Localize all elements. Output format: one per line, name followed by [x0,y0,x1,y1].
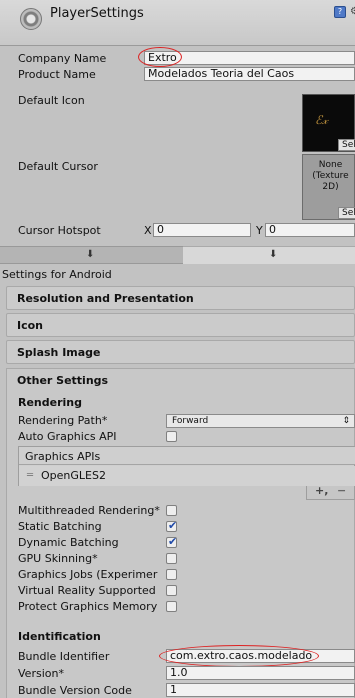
foldout-resolution[interactable]: Resolution and Presentation [6,286,355,310]
graphics-api-item-label: OpenGLES2 [41,469,106,482]
check-icon: ✔ [168,519,178,532]
cursor-none-text: None (Texture 2D) [312,160,349,192]
remove-api-button[interactable]: − [337,484,346,497]
tab-android[interactable]: ⬇ [183,246,355,264]
hotspot-x-field[interactable]: 0 [153,223,251,237]
toggle-label: Multithreaded Rendering* [18,504,160,517]
graphics-apis-header: Graphics APIs [19,447,355,465]
bundle-identifier-field[interactable]: com.extro.caos.modelado [166,649,355,663]
toggle-label: Static Batching [18,520,102,533]
inspector-header: PlayerSettings ? ⚙ [0,0,355,46]
add-api-button[interactable]: +, [315,484,328,497]
bundle-version-code-field[interactable]: 1 [166,683,355,697]
gear-icon [20,8,42,30]
protect-graphics-memory-checkbox[interactable] [166,601,177,612]
cursor-hotspot-label: Cursor Hotspot [18,224,101,237]
company-name-label: Company Name [18,52,107,65]
company-name-field[interactable]: Extro [144,51,355,65]
multithreaded-rendering-checkbox[interactable] [166,505,177,516]
virtual-reality-checkbox[interactable] [166,585,177,596]
bundle-identifier-label: Bundle Identifier [18,650,110,663]
toggle-label: Graphics Jobs (Experimer [18,568,158,581]
platform-tabs: ⬇ ⬇ [0,246,355,264]
check-icon: ✔ [168,535,178,548]
android-icon: ⬇ [269,249,278,260]
default-icon-thumbnail[interactable]: ℰ𝓍 Selec [302,94,355,152]
settings-gear-icon[interactable]: ⚙ [350,7,355,17]
toggle-label: Protect Graphics Memory [18,600,158,613]
default-cursor-label: Default Cursor [18,160,98,173]
header-title: PlayerSettings [50,6,144,21]
graphics-api-item[interactable]: ═ OpenGLES2 [19,466,355,486]
drag-handle-icon[interactable]: ═ [27,470,33,481]
logo-icon: ℰ𝓍 [315,113,328,127]
default-icon-label: Default Icon [18,94,85,107]
product-name-field[interactable]: Modelados Teoria del Caos [144,67,355,81]
foldout-icon[interactable]: Icon [6,313,355,337]
rendering-path-dropdown[interactable]: Forward ⇕ [166,414,355,428]
graphics-apis-list: Graphics APIs ═ OpenGLES2 [18,446,355,486]
auto-graphics-api-checkbox[interactable] [166,431,177,442]
identification-heading: Identification [18,630,101,643]
graphics-apis-title: Graphics APIs [25,450,101,463]
foldout-other-settings[interactable]: Other Settings [17,374,108,387]
rendering-path-value: Forward [172,416,209,426]
cursor-select-button[interactable]: Selec [338,207,355,219]
icon-select-button[interactable]: Selec [338,139,355,151]
version-field[interactable]: 1.0 [166,666,355,680]
toggle-label: GPU Skinning* [18,552,98,565]
toggle-label: Virtual Reality Supported [18,584,156,597]
dynamic-batching-checkbox[interactable]: ✔ [166,535,178,548]
default-cursor-thumbnail[interactable]: None (Texture 2D) Selec [302,154,355,220]
graphics-jobs-checkbox[interactable] [166,569,177,580]
player-settings-inspector: PlayerSettings ? ⚙ Company Name Extro Pr… [0,0,355,698]
bundle-version-code-label: Bundle Version Code [18,684,132,697]
gpu-skinning-checkbox[interactable] [166,553,177,564]
hotspot-y-label: Y [256,224,263,237]
dropdown-arrow-icon: ⇕ [342,416,350,426]
hotspot-x-label: X [144,224,152,237]
tab-standalone[interactable]: ⬇ [0,246,183,264]
hotspot-y-field[interactable]: 0 [265,223,355,237]
foldout-splash[interactable]: Splash Image [6,340,355,364]
auto-graphics-api-label: Auto Graphics API [18,430,117,443]
settings-for-label: Settings for Android [2,268,112,281]
version-label: Version* [18,667,64,680]
computer-icon: ⬇ [86,249,95,260]
foldout-label: Resolution and Presentation [17,292,194,305]
foldout-label: Splash Image [17,346,101,359]
static-batching-checkbox[interactable]: ✔ [166,519,178,532]
help-icon[interactable]: ? [334,6,346,18]
rendering-path-label: Rendering Path* [18,414,108,427]
rendering-heading: Rendering [18,396,82,409]
graphics-apis-footer: +, − [306,484,355,500]
toggle-label: Dynamic Batching [18,536,119,549]
foldout-label: Icon [17,319,44,332]
product-name-label: Product Name [18,68,96,81]
